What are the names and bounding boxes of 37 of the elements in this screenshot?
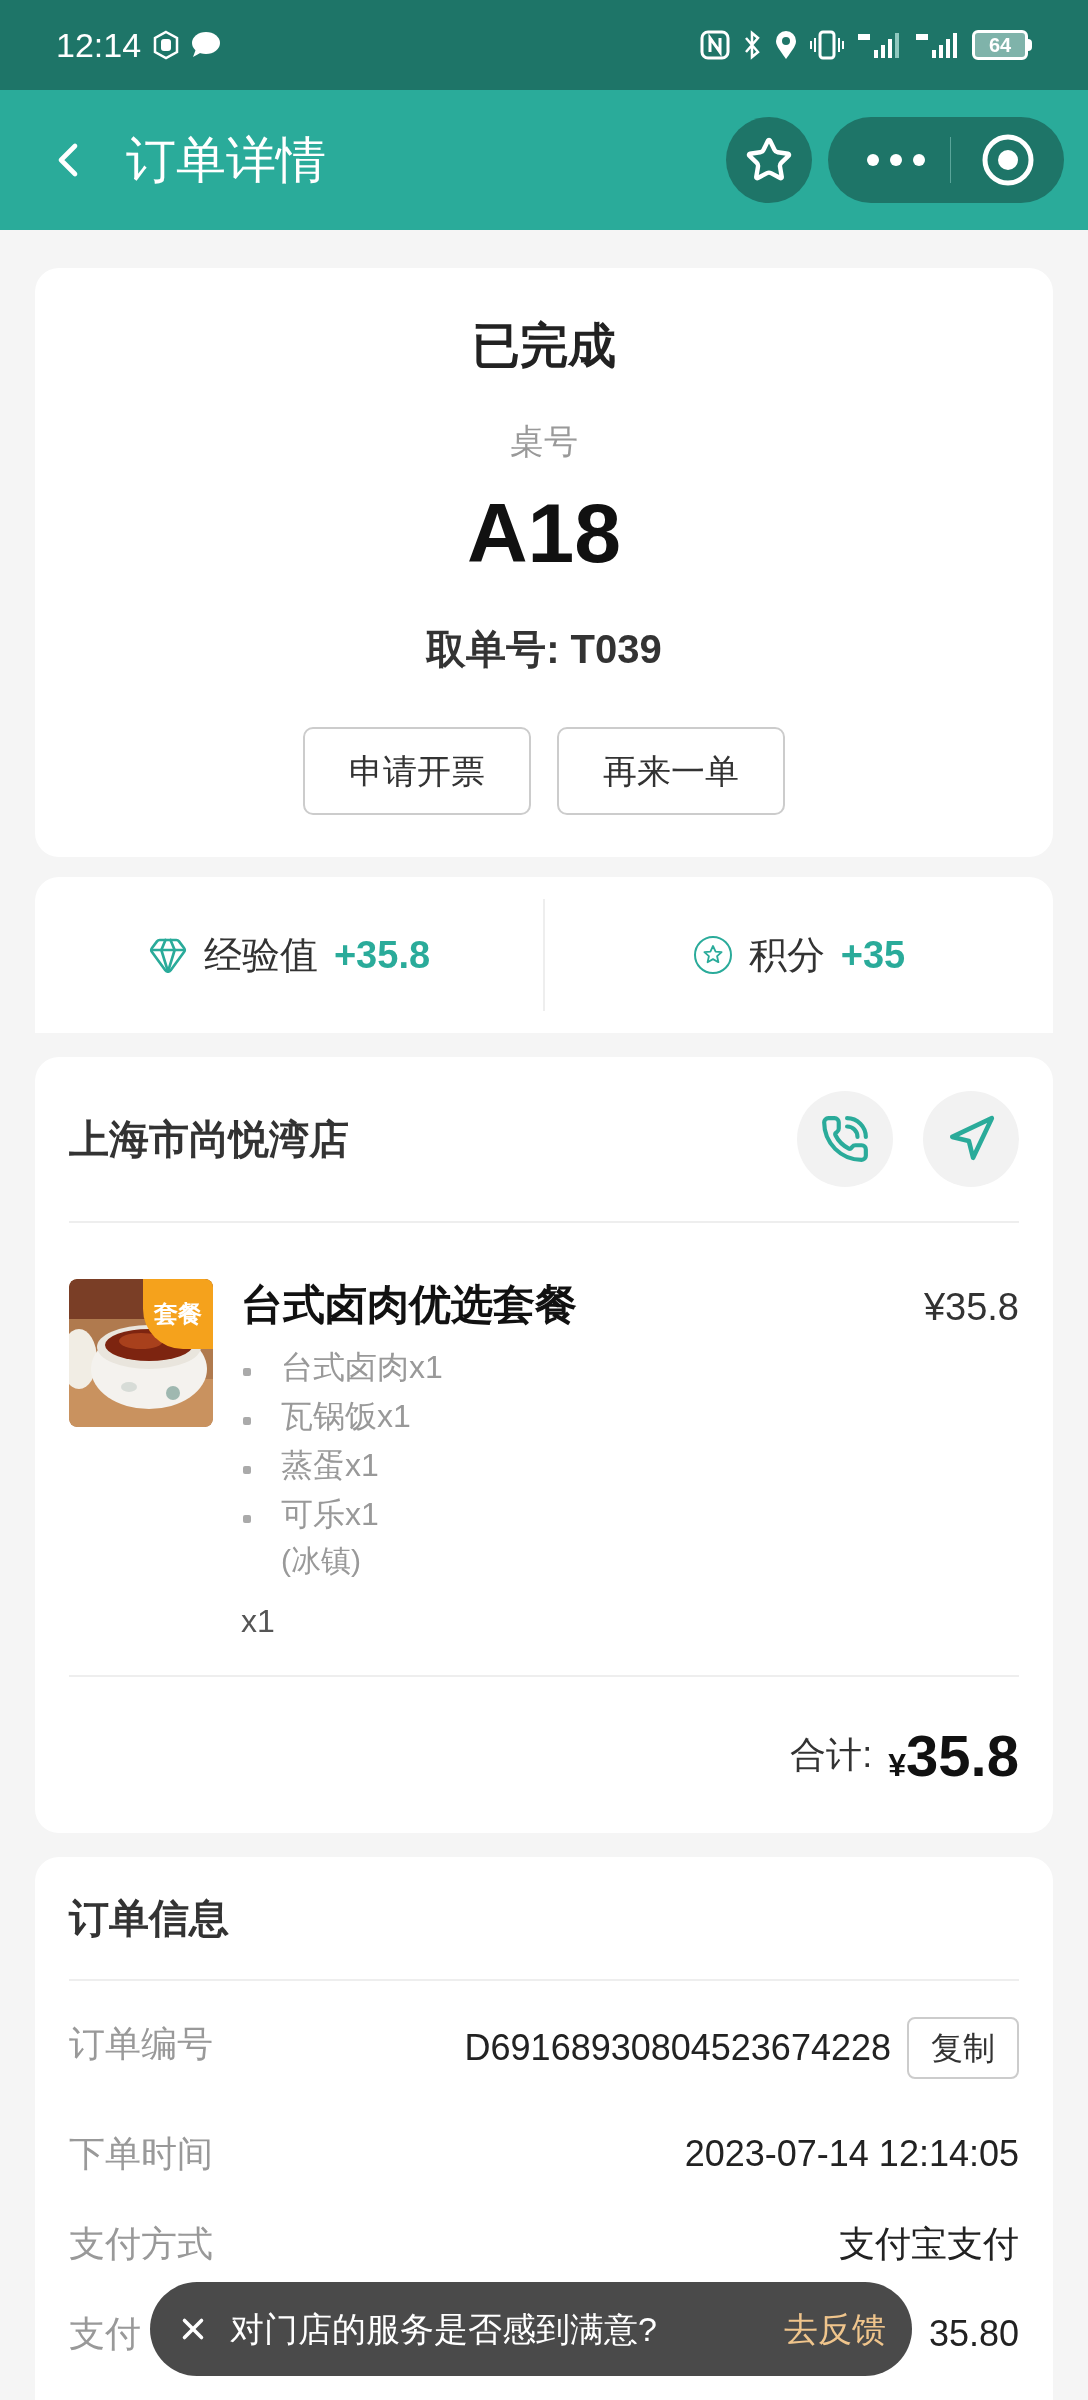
reward-label: 积分 bbox=[748, 932, 825, 978]
copy-button[interactable]: 复制 bbox=[907, 2017, 1019, 2079]
info-label: 下单时间 bbox=[69, 2132, 213, 2176]
total-amount: ¥35.8 bbox=[888, 1721, 1019, 1790]
info-label: 支付 bbox=[69, 2312, 141, 2356]
table-number: A18 bbox=[466, 491, 622, 575]
component-note: (冰镇) bbox=[281, 1543, 362, 1579]
page-title: 订单详情 bbox=[126, 130, 326, 190]
order-action-button[interactable]: 再来一单 bbox=[557, 727, 785, 815]
battery-indicator: 64 bbox=[972, 30, 1032, 60]
order-action-button[interactable]: 申请开票 bbox=[303, 727, 531, 815]
pickup-number: 取单号: T039 bbox=[426, 626, 662, 673]
clock: 12:14 bbox=[56, 24, 142, 66]
reward-value: +35.8 bbox=[333, 932, 431, 978]
combo-component: 可乐x1 bbox=[281, 1494, 379, 1534]
total-label: 合计: bbox=[790, 1733, 873, 1777]
combo-component: 瓦锅饭x1 bbox=[281, 1396, 411, 1436]
store-name: 上海市尚悦湾店 bbox=[69, 1116, 349, 1163]
combo-badge: 套餐 bbox=[143, 1279, 213, 1349]
item-name: 台式卤肉优选套餐 bbox=[241, 1280, 577, 1330]
toast-message: 对门店的服务是否感到满意? bbox=[230, 2308, 657, 2350]
section-title: 订单信息 bbox=[69, 1895, 229, 1942]
reward-value: +35 bbox=[840, 932, 906, 978]
info-value: D69168930804523674228 bbox=[464, 2026, 891, 2070]
table-label: 桌号 bbox=[510, 421, 578, 462]
combo-component: 台式卤肉x1 bbox=[281, 1347, 443, 1387]
info-value: 支付宝支付 bbox=[839, 2222, 1019, 2266]
item-price: ¥35.8 bbox=[923, 1285, 1019, 1330]
item-quantity: x1 bbox=[241, 1602, 276, 1641]
combo-component: 蒸蛋x1 bbox=[281, 1445, 379, 1485]
info-label: 支付方式 bbox=[69, 2222, 213, 2266]
order-status: 已完成 bbox=[472, 318, 616, 374]
info-value: 35.80 bbox=[928, 2312, 1019, 2356]
info-label: 订单编号 bbox=[69, 2022, 213, 2066]
feedback-link[interactable]: 去反馈 bbox=[784, 2303, 886, 2355]
reward-label: 经验值 bbox=[203, 932, 318, 978]
info-value: 2023-07-14 12:14:05 bbox=[684, 2132, 1019, 2176]
